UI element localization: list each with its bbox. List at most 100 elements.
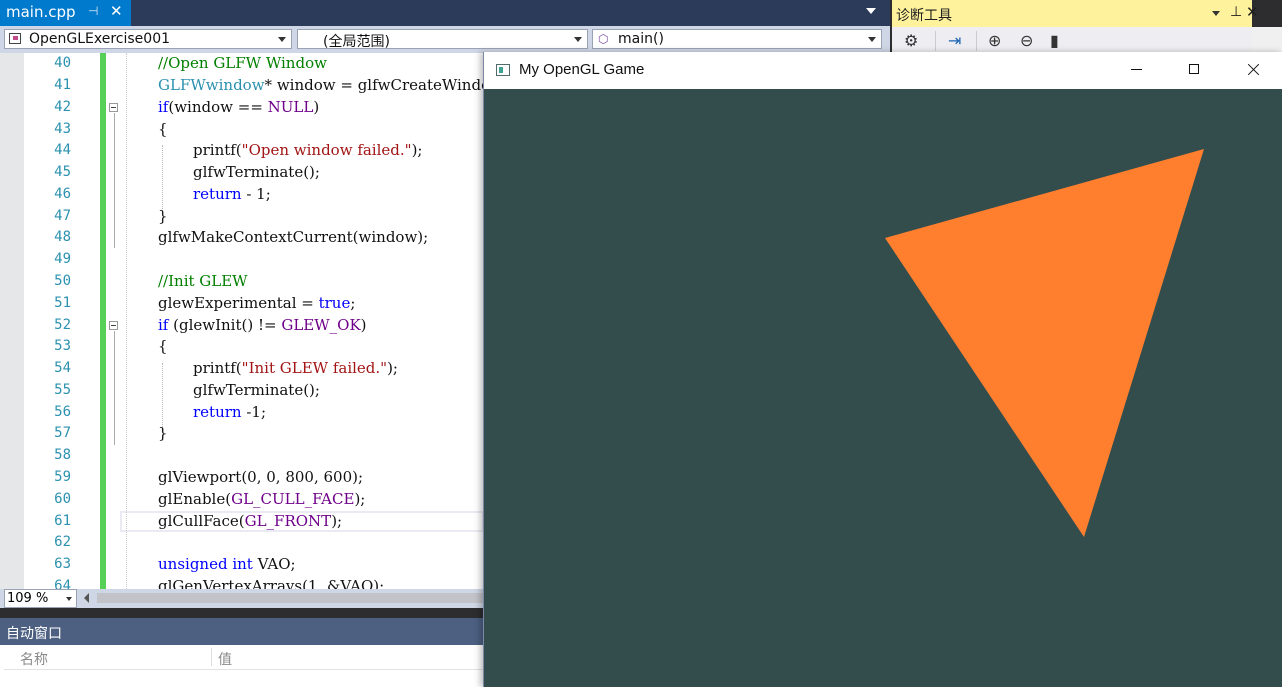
code-text: glfwTerminate(); [193,381,320,399]
column-header-value[interactable]: 值 [218,649,232,669]
function-combo-value: main() [618,31,664,47]
gear-icon[interactable]: ⚙ [904,31,918,50]
collapse-toggle[interactable] [109,103,118,112]
code-editor[interactable]: 40 41 42 43 44 45 46 47 48 49 50 51 52 5… [0,53,484,589]
code-text: ) [360,316,367,334]
line-number: 43 [54,121,71,137]
code-line[interactable]: return -1; [193,403,266,421]
line-number: 59 [54,469,71,485]
code-text: glViewport(0, 0, 800, 600); [158,468,364,486]
code-text: ); [411,141,423,159]
code-line[interactable]: glfwTerminate(); [193,381,320,399]
zoom-combo[interactable]: 109 % [4,589,77,608]
code-comment: //Open GLFW Window [158,54,327,72]
autos-window-header[interactable]: 自动窗口 [0,618,484,645]
code-line[interactable]: if (glewInit() != GLEW_OK) [158,316,367,334]
code-text: ) [313,98,320,116]
scope-combo-value: (全局范围) [323,34,390,50]
chevron-down-icon [66,597,72,601]
code-line[interactable]: glEnable(GL_CULL_FACE); [158,490,365,508]
zoom-out-icon[interactable]: ⊖ [1020,31,1033,50]
close-icon[interactable]: ✕ [110,2,123,20]
code-keyword: unsigned int [158,555,253,573]
app-icon [496,64,510,76]
code-line[interactable]: { [158,337,168,355]
chevron-down-icon[interactable] [1212,11,1220,16]
code-text: glfwTerminate(); [193,163,320,181]
collapse-toggle[interactable] [109,321,118,330]
column-divider[interactable] [211,648,212,666]
code-text: { [158,337,168,355]
code-text: printf( [193,141,242,159]
code-line[interactable]: unsigned int VAO; [158,555,296,573]
line-number: 47 [54,208,71,224]
line-number: 44 [54,142,71,158]
column-header-name[interactable]: 名称 [20,649,48,669]
line-number: 42 [54,99,71,115]
chevron-down-icon [278,37,286,42]
line-number: 48 [54,229,71,245]
indent-guide [162,363,163,427]
code-line[interactable]: glewExperimental = true; [158,294,355,312]
zoom-in-icon[interactable]: ⊕ [988,31,1001,50]
code-text: glfwMakeContextCurrent(window); [158,228,429,246]
code-text: { [158,120,168,138]
close-icon[interactable]: ✕ [1246,3,1259,21]
code-text: glEnable( [158,490,232,508]
code-line[interactable]: glCullFace(GL_FRONT); [158,512,342,530]
line-number: 41 [54,77,71,93]
line-number: 63 [54,556,71,572]
close-button[interactable] [1230,52,1276,89]
project-combo[interactable]: OpenGLExercise001 [4,29,292,49]
diagnostics-tools-header[interactable]: 诊断工具 ⊥ ✕ [892,0,1259,27]
navigation-bar: OpenGLExercise001 (全局范围) ⬡ main() [0,26,890,53]
window-titlebar[interactable]: My OpenGL Game [484,52,1282,89]
code-line[interactable]: GLFWwindow* window = glfwCreateWindow [158,76,484,94]
editor-zoom-bar: 109 % [0,589,484,608]
code-line[interactable]: glGenVertexArrays(1, &VAO); [158,577,384,589]
line-number: 55 [54,382,71,398]
chart-icon[interactable]: ▮ [1050,31,1059,50]
scope-combo[interactable]: (全局范围) [297,29,588,50]
code-line[interactable]: } [158,424,168,442]
horizontal-scrollbar-thumb[interactable] [97,593,484,603]
code-text: ); [331,512,343,530]
pin-icon[interactable]: ⊣ [88,4,98,18]
code-line[interactable]: return - 1; [193,185,271,203]
render-canvas[interactable] [484,89,1282,687]
code-line[interactable]: glViewport(0, 0, 800, 600); [158,468,363,486]
code-text: VAO; [252,555,296,573]
function-combo[interactable]: ⬡ main() [592,29,882,49]
code-keyword: if [158,316,169,334]
code-line[interactable]: //Init GLEW [158,272,248,290]
indicator-margin[interactable] [0,53,24,589]
code-string: "Init GLEW failed." [241,359,388,377]
code-macro: GL_FRONT [244,512,332,530]
opengl-window[interactable]: My OpenGL Game [483,52,1282,687]
code-line[interactable]: //Open GLFW Window [158,54,327,72]
line-number: 46 [54,186,71,202]
code-text: } [158,207,168,225]
export-icon[interactable]: ⇥ [948,31,961,50]
code-line[interactable]: glfwTerminate(); [193,163,320,181]
code-line[interactable]: printf("Init GLEW failed."); [193,359,398,377]
code-text: printf( [193,359,242,377]
code-line[interactable]: { [158,120,168,138]
code-line[interactable]: if(window == NULL) [158,98,319,116]
tab-main-cpp[interactable]: main.cpp ⊣ ✕ [0,0,131,26]
code-line[interactable]: printf("Open window failed."); [193,141,422,159]
line-number: 53 [54,338,71,354]
maximize-button[interactable] [1172,52,1218,89]
scroll-left-icon[interactable] [84,593,89,603]
code-line[interactable]: } [158,207,168,225]
tab-list-dropdown-icon[interactable] [866,8,876,14]
line-number: 56 [54,404,71,420]
code-text: -1; [241,403,267,421]
minimize-button[interactable] [1114,52,1160,89]
line-number: 51 [54,295,71,311]
line-number: 62 [54,534,71,550]
line-number: 52 [54,317,71,333]
code-line[interactable]: glfwMakeContextCurrent(window); [158,228,428,246]
code-text: (window == [168,98,268,116]
pin-icon[interactable]: ⊥ [1230,4,1242,20]
